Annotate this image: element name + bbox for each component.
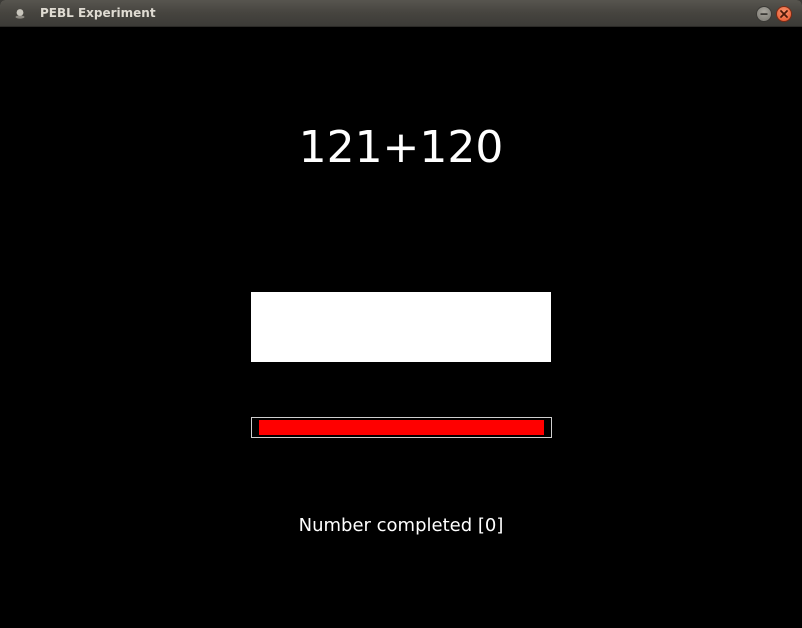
timer-bar-fill — [259, 420, 544, 435]
title-bar[interactable]: PEBL Experiment — [0, 0, 802, 27]
completed-count: [0] — [477, 515, 504, 536]
completed-label: Number completed — [298, 515, 473, 536]
timer-bar — [251, 417, 552, 438]
app-icon — [15, 9, 25, 19]
minimize-button[interactable] — [756, 6, 772, 22]
close-icon — [780, 10, 788, 18]
completed-counter: Number completed [0] — [0, 513, 802, 539]
app-window: PEBL Experiment 121+120 Number completed… — [0, 0, 802, 628]
close-button[interactable] — [776, 6, 792, 22]
answer-input[interactable] — [251, 292, 551, 362]
minimize-icon — [760, 13, 768, 15]
window-title: PEBL Experiment — [40, 6, 156, 20]
math-problem: 121+120 — [298, 122, 504, 173]
